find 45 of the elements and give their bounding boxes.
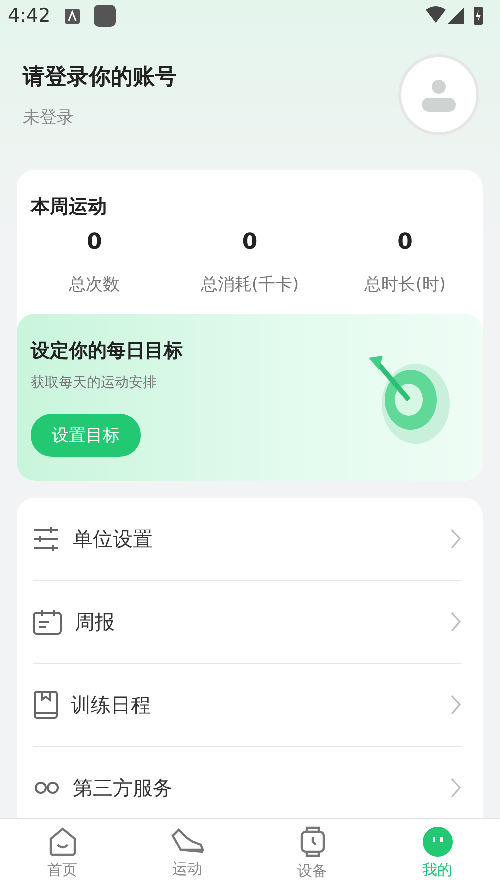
book-icon (33, 691, 59, 719)
set-goal-button[interactable]: 设置目标 (31, 414, 141, 457)
chevron-icon (451, 778, 461, 798)
watch-icon (300, 826, 326, 858)
menu-item[interactable]: 训练日程 (33, 664, 461, 747)
app-icon (94, 5, 116, 27)
menu-item[interactable]: 单位设置 (33, 498, 461, 581)
goal-subtitle: 获取每天的运动安排 (31, 374, 157, 392)
menu-label: 周报 (75, 608, 116, 636)
tab-label: 设备 (298, 862, 328, 881)
stat-value: 0 (87, 230, 102, 255)
status-time: 4:42 (8, 5, 51, 27)
goal-title: 设定你的每日目标 (31, 339, 183, 364)
people-icon (33, 782, 61, 794)
week-title: 本周运动 (30, 195, 108, 220)
status-icons-drawing (426, 6, 486, 26)
nav-tab[interactable]: 设备 (250, 819, 375, 888)
avatar[interactable] (398, 54, 480, 136)
chevron-icon (451, 612, 461, 632)
shoe-icon (170, 828, 204, 856)
notification-icon (64, 8, 80, 24)
nav-tab[interactable]: 我的 (375, 819, 500, 888)
tab-label: 首页 (48, 861, 78, 880)
menu-label: 第三方服务 (73, 774, 174, 802)
home-icon (48, 827, 76, 857)
login-title: 请登录你的账号 (23, 64, 177, 92)
menu-label: 单位设置 (73, 526, 154, 552)
tab-label: 我的 (422, 861, 452, 880)
face-icon (422, 827, 452, 857)
nav-tab[interactable]: 运动 (125, 819, 250, 888)
stat-label: 总时长(时) (364, 274, 446, 296)
stat-value: 0 (242, 230, 258, 255)
nav-tab[interactable]: 首页 (0, 819, 125, 888)
tab-label: 运动 (172, 860, 202, 879)
chevron-icon (451, 695, 461, 715)
calendar-icon (33, 609, 63, 635)
login-status: 未登录 (23, 106, 75, 128)
menu-label: 训练日程 (71, 692, 152, 718)
chevron-icon (451, 529, 461, 549)
menu-item[interactable]: 第三方服务 (33, 747, 461, 818)
menu-item[interactable]: 周报 (33, 581, 461, 664)
sliders-icon (33, 526, 61, 552)
stat-label: 总消耗(千卡) (200, 274, 300, 296)
stat-label: 总次数 (69, 274, 120, 296)
stat-value: 0 (398, 230, 413, 255)
